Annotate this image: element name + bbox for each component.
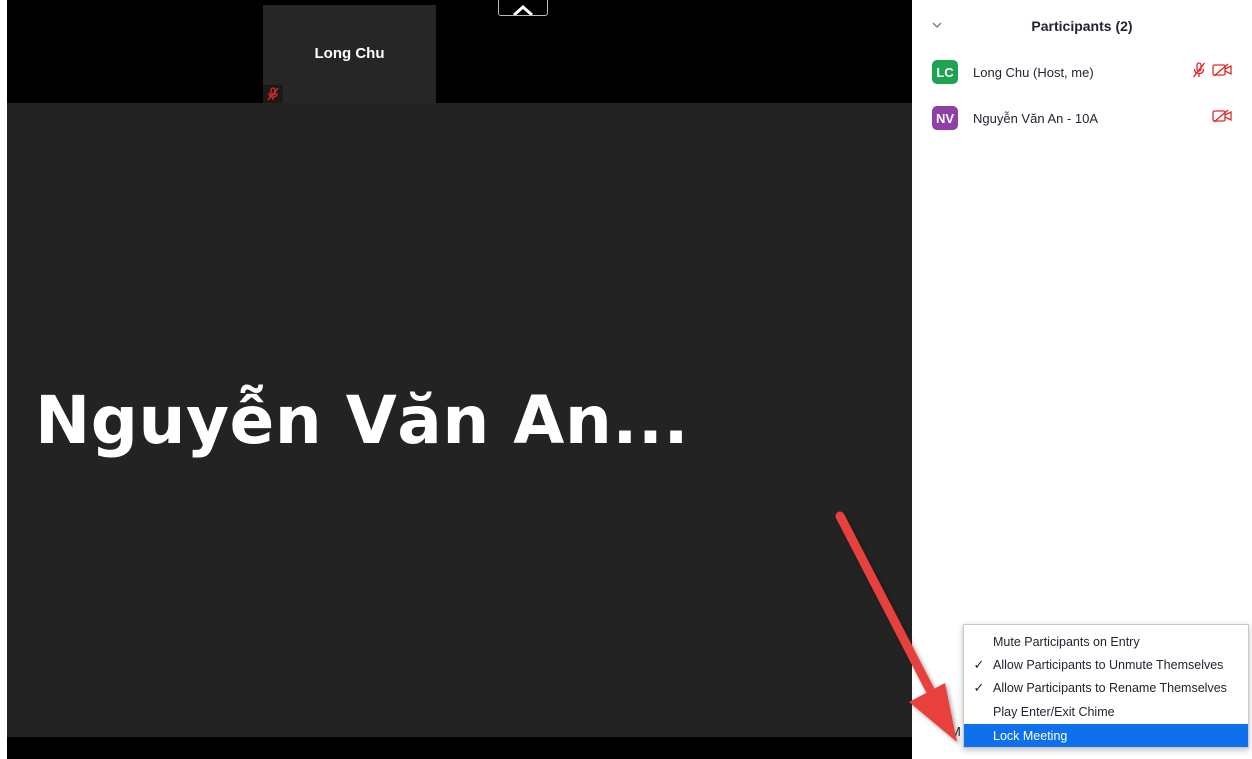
- menu-item-label: Play Enter/Exit Chime: [993, 704, 1115, 719]
- panel-title: Participants (2): [1031, 18, 1133, 34]
- participant-status-icons: [1212, 108, 1232, 128]
- participant-row[interactable]: NV Nguyễn Văn An - 10A: [912, 103, 1252, 133]
- bottom-toolbar-strip: [7, 737, 912, 759]
- menu-item-allow-unmute[interactable]: ✓ Allow Participants to Unmute Themselve…: [964, 653, 1248, 676]
- mic-muted-icon[interactable]: [1192, 61, 1206, 83]
- mic-muted-icon: [263, 85, 283, 103]
- video-off-icon[interactable]: [1212, 108, 1232, 128]
- participant-thumbnail[interactable]: Long Chu: [263, 5, 436, 103]
- avatar: LC: [932, 60, 958, 84]
- participant-name: Nguyễn Văn An - 10A: [973, 110, 1099, 126]
- menu-item-allow-rename[interactable]: ✓ Allow Participants to Rename Themselve…: [964, 676, 1248, 699]
- thumbnail-name: Long Chu: [314, 45, 385, 62]
- video-off-icon[interactable]: [1212, 62, 1232, 82]
- active-speaker-name: Nguyễn Văn An...: [35, 382, 690, 459]
- more-button[interactable]: M: [950, 724, 964, 744]
- active-speaker-view: Nguyễn Văn An...: [7, 103, 912, 737]
- video-area: Long Chu Nguyễn Văn An...: [7, 0, 912, 759]
- menu-item-enter-exit-chime[interactable]: Play Enter/Exit Chime: [964, 700, 1248, 723]
- menu-item-label: Allow Participants to Unmute Themselves: [993, 657, 1224, 672]
- avatar: NV: [932, 106, 958, 130]
- participant-row[interactable]: LC Long Chu (Host, me): [912, 57, 1252, 87]
- check-icon: ✓: [973, 679, 985, 695]
- thumbnail-strip: Long Chu: [7, 0, 912, 103]
- more-options-menu: Mute Participants on Entry ✓ Allow Parti…: [963, 624, 1249, 748]
- participant-status-icons: [1192, 61, 1232, 83]
- view-toggle-handle[interactable]: [498, 0, 548, 16]
- check-icon: ✓: [973, 656, 985, 672]
- participant-name: Long Chu (Host, me): [973, 64, 1094, 80]
- menu-item-label: Allow Participants to Rename Themselves: [993, 680, 1227, 695]
- menu-item-label: Lock Meeting: [993, 728, 1068, 743]
- menu-item-lock-meeting[interactable]: Lock Meeting: [964, 724, 1248, 747]
- menu-item-label: Mute Participants on Entry: [993, 634, 1140, 649]
- menu-item-mute-on-entry[interactable]: Mute Participants on Entry: [964, 630, 1248, 653]
